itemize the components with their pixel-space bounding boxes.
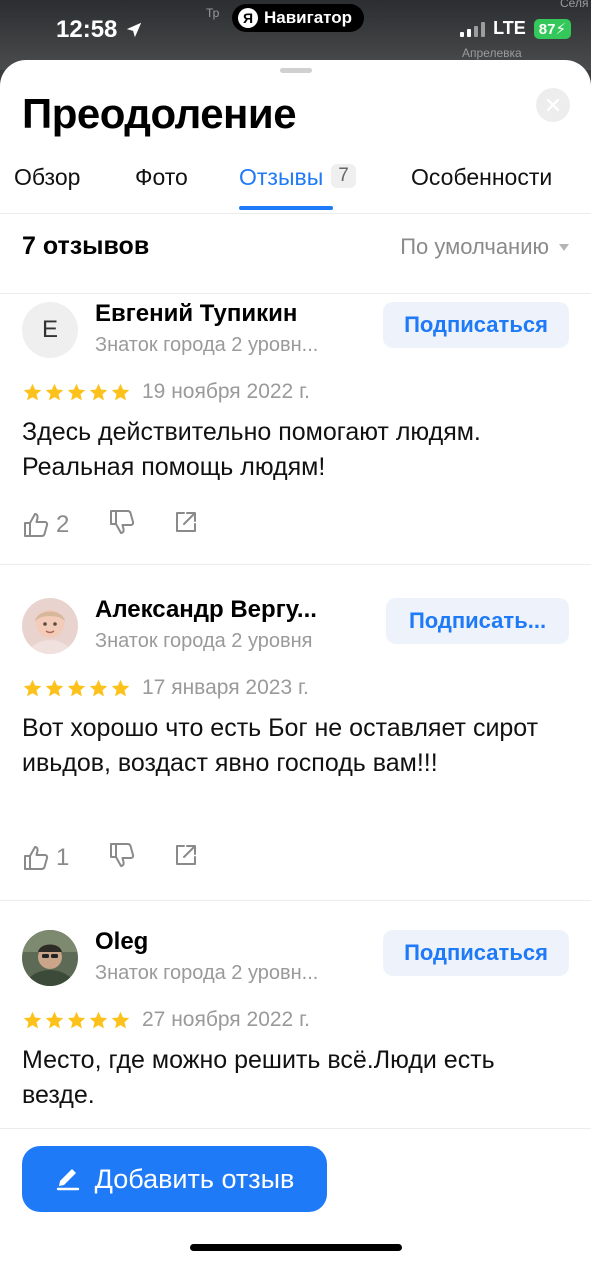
star-icon (23, 679, 42, 697)
yandex-logo-icon: Я (238, 8, 258, 28)
status-time: 12:58 (56, 16, 143, 44)
battery-icon: 87⚡ (533, 18, 571, 39)
navigator-label: Навигатор (264, 8, 353, 27)
star-icon (89, 383, 108, 401)
clock-text: 12:58 (56, 16, 118, 43)
place-sheet: Преодоление Обзор Фото Отзывы 7 Особенно… (0, 60, 591, 1272)
star-icon (111, 383, 130, 401)
avatar[interactable] (22, 598, 78, 654)
review-text: Здесь действительно помогают людям. Реал… (22, 418, 481, 481)
tab-photo[interactable]: Фото (135, 164, 188, 210)
review-text: Место, где можно решить всё.Люди есть ве… (22, 1046, 495, 1109)
map-label: Тр (206, 6, 220, 20)
divider (0, 1128, 591, 1129)
review-actions: 1 (22, 841, 200, 874)
like-count: 1 (56, 843, 70, 871)
avatar[interactable] (22, 930, 78, 986)
review-author[interactable]: Евгений Тупикин (95, 300, 297, 328)
like-button[interactable]: 1 (22, 844, 108, 872)
map-label: Селя (560, 0, 589, 10)
navigator-pill[interactable]: Я Навигатор (232, 4, 365, 32)
thumbs-up-icon (24, 845, 49, 870)
divider (0, 900, 591, 901)
location-arrow-icon (127, 22, 142, 38)
tabs-bar: Обзор Фото Отзывы 7 Особенности (0, 164, 591, 214)
rating-stars (22, 678, 131, 699)
status-indicators: LTE 87⚡ (460, 18, 571, 39)
close-button[interactable] (536, 88, 570, 122)
star-icon (67, 383, 86, 401)
star-icon (89, 1011, 108, 1029)
tab-features[interactable]: Особенности (411, 164, 552, 210)
tab-count-badge: 7 (331, 164, 356, 188)
signal-icon (460, 21, 486, 37)
review-date: 27 ноября 2022 г. (142, 1008, 310, 1031)
thumbs-down-icon (110, 843, 135, 867)
sort-dropdown[interactable]: По умолчанию (400, 234, 569, 260)
avatar[interactable]: Е (22, 302, 78, 358)
map-label: Апрелевка (462, 46, 522, 60)
star-icon (45, 679, 64, 697)
star-icon (111, 679, 130, 697)
sheet-grabber[interactable] (280, 68, 312, 73)
like-button[interactable]: 2 (22, 511, 108, 539)
man-photo-icon (22, 930, 78, 986)
share-button[interactable] (172, 841, 200, 874)
home-indicator[interactable] (190, 1244, 402, 1251)
review-author[interactable]: Oleg (95, 928, 148, 956)
review-author-level: Знаток города 2 уровня (95, 630, 313, 652)
subscribe-button[interactable]: Подписаться (383, 302, 569, 348)
star-icon (67, 679, 86, 697)
review-actions: 2 (22, 508, 200, 541)
dislike-button[interactable] (108, 841, 172, 874)
share-icon (176, 845, 196, 865)
like-count: 2 (56, 510, 70, 538)
subscribe-button[interactable]: Подписать... (386, 598, 569, 644)
star-icon (111, 1011, 130, 1029)
tab-reviews[interactable]: Отзывы 7 (239, 164, 356, 210)
review-author[interactable]: Александр Вергу... (95, 596, 317, 624)
divider (0, 564, 591, 565)
tab-label: Обзор (14, 164, 81, 190)
place-title: Преодоление (22, 90, 297, 137)
tab-label: Отзывы (239, 164, 324, 190)
star-icon (45, 1011, 64, 1029)
subscribe-button[interactable]: Подписаться (383, 930, 569, 976)
rating-stars (22, 1010, 131, 1031)
review-date: 19 ноября 2022 г. (142, 380, 310, 403)
share-icon (176, 512, 196, 532)
review-date: 17 января 2023 г. (142, 676, 309, 699)
reviews-count: 7 отзывов (22, 232, 150, 260)
battery-level: 87 (538, 20, 556, 38)
star-icon (67, 1011, 86, 1029)
share-button[interactable] (172, 508, 200, 541)
child-photo-icon (22, 598, 78, 654)
add-review-button[interactable]: Добавить отзыв (22, 1146, 327, 1212)
add-review-label: Добавить отзыв (94, 1163, 295, 1194)
close-icon (546, 98, 560, 112)
dislike-button[interactable] (108, 508, 172, 541)
review-author-level: Знаток города 2 уровн... (95, 334, 319, 356)
rating-stars (22, 382, 131, 403)
thumbs-down-icon (110, 510, 135, 534)
review-author-level: Знаток города 2 уровн... (95, 962, 319, 984)
sort-label: По умолчанию (400, 234, 549, 259)
star-icon (23, 383, 42, 401)
reviews-header: 7 отзывов По умолчанию (0, 218, 591, 294)
tab-overview[interactable]: Обзор (14, 164, 80, 210)
tab-label: Фото (135, 164, 188, 190)
pencil-icon (56, 1169, 79, 1191)
star-icon (89, 679, 108, 697)
star-icon (45, 383, 64, 401)
star-icon (23, 1011, 42, 1029)
review-text: Вот хорошо что есть Бог не оставляет сир… (22, 714, 539, 777)
network-type: LTE (493, 18, 526, 38)
tab-label: Особенности (411, 164, 553, 190)
chevron-down-icon (559, 243, 569, 251)
thumbs-up-icon (24, 512, 49, 537)
